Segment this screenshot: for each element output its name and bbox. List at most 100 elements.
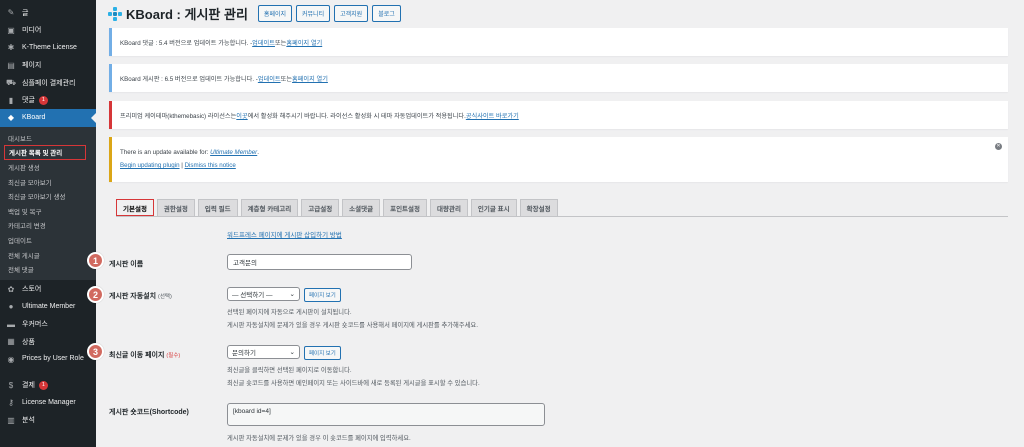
close-icon[interactable]: ✕ <box>995 143 1002 150</box>
notice-here-link[interactable]: 이곳 <box>236 111 247 120</box>
insert-board-howto-link[interactable]: 워드프레스 페이지에 게시판 삽입하기 방법 <box>227 229 342 239</box>
sidebar-item-label: Prices by User Role <box>22 354 92 363</box>
sidebar-item-simplepay[interactable]: ⛟심플페이 결제관리 <box>0 74 96 92</box>
notice-update-link[interactable]: 업데이트 <box>252 38 275 47</box>
notice-license: 프리미엄 케이테마(kthemebasic) 라이선스는 이곳 에서 활성화 해… <box>109 101 1008 129</box>
auto-install-description: 선택된 페이지에 자동으로 게시판이 설치됩니다. <box>227 307 352 316</box>
store-icon: ✿ <box>6 284 16 294</box>
step-marker: 2 <box>87 286 104 303</box>
dismiss-notice-link[interactable]: Dismiss this notice <box>185 162 236 169</box>
tab-bulk-manage[interactable]: 대량관리 <box>430 199 468 216</box>
sidebar-item-ktheme-license[interactable]: ✱ K-Theme License <box>0 39 96 57</box>
sidebar-item-license-manager[interactable]: ⚷ License Manager <box>0 394 96 412</box>
submenu-board-list[interactable]: 게시판 목록 및 관리 <box>4 145 86 160</box>
tab-popular-posts[interactable]: 인기글 표시 <box>471 199 517 216</box>
view-page-button[interactable]: 페이지 보기 <box>304 346 341 360</box>
sidebar-item-analytics[interactable]: ▥분석 <box>0 411 96 429</box>
homepage-button[interactable]: 홈페이지 <box>258 5 292 22</box>
product-icon: ▦ <box>6 337 16 347</box>
blog-button[interactable]: 블로그 <box>372 5 401 22</box>
notice-text: 또는 <box>281 74 292 83</box>
notice-update-link[interactable]: 업데이트 <box>258 74 281 83</box>
sidebar-item-woocommerce[interactable]: ▬우커머스 <box>0 315 96 333</box>
select-value: 문의하기 <box>232 347 256 357</box>
community-button[interactable]: 커뮤니티 <box>296 5 330 22</box>
latest-page-select[interactable]: 문의하기 ⌄ <box>227 345 300 359</box>
tab-input-fields[interactable]: 입력 필드 <box>198 199 238 216</box>
notice-text: There is an update available for: <box>120 149 210 156</box>
auto-install-select[interactable]: — 선택하기 —⌄ <box>227 287 300 301</box>
notice-text: KBoard 게시판 : 6.5 버전으로 업데이트 가능합니다. - <box>120 74 258 83</box>
begin-updating-link[interactable]: Begin updating plugin <box>120 162 180 169</box>
tab-social-comments[interactable]: 소셜댓글 <box>342 199 380 216</box>
sidebar-item-label: 페이지 <box>22 60 41 70</box>
step-marker: 3 <box>87 343 104 360</box>
tab-permissions[interactable]: 권한설정 <box>157 199 195 216</box>
submenu-latest-view[interactable]: 최신글 모아보기 <box>0 174 96 189</box>
sidebar-item-comments[interactable]: ▮댓글1 <box>0 92 96 110</box>
chart-icon: ▥ <box>6 415 16 425</box>
notice-homepage-link[interactable]: 홈페이지 열기 <box>286 38 322 47</box>
submenu-board-create[interactable]: 게시판 생성 <box>0 160 96 175</box>
main-content: KBoard : 게시판 관리 홈페이지 커뮤니티 고객지원 블로그 KBoar… <box>96 0 1024 447</box>
notice-plugin-update: There is an update available for: Ultima… <box>109 137 1008 182</box>
tab-extensions[interactable]: 확장설정 <box>520 199 558 216</box>
page-icon: ▤ <box>6 60 16 70</box>
notice-text: 또는 <box>275 38 286 47</box>
submenu-all-comments[interactable]: 전체 댓글 <box>0 262 96 277</box>
key-icon: ⚷ <box>6 398 16 408</box>
submenu-all-posts[interactable]: 전체 게시글 <box>0 247 96 262</box>
optional-note: (선택) <box>158 294 172 300</box>
sidebar-item-label: 상품 <box>22 337 35 347</box>
user-icon: ● <box>6 302 16 312</box>
notice-homepage-link[interactable]: 홈페이지 열기 <box>292 74 328 83</box>
sidebar-item-media[interactable]: ▣미디어 <box>0 22 96 40</box>
sidebar-item-ultimate-member[interactable]: ● Ultimate Member <box>0 298 96 316</box>
tab-hierarchical-category[interactable]: 계층형 카테고리 <box>241 199 299 216</box>
sidebar-item-label: 글 <box>22 8 28 18</box>
sidebar-item-store[interactable]: ✿스토어 <box>0 280 96 298</box>
submenu-update[interactable]: 업데이트 <box>0 233 96 248</box>
sidebar-item-payments[interactable]: $결제1 <box>0 376 96 394</box>
board-name-label: 게시판 이름 <box>109 259 143 269</box>
notice-text: 프리미엄 케이테마(kthemebasic) 라이선스는 <box>120 111 236 120</box>
settings-tabs: 기본설정 권한설정 입력 필드 계층형 카테고리 고급설정 소셜댓글 포인트설정… <box>116 198 1008 217</box>
sidebar-item-pages[interactable]: ▤ 페이지 <box>0 57 96 75</box>
tab-basic-settings[interactable]: 기본설정 <box>116 199 154 216</box>
shortcode-description: 게시판 자동설치에 문제가 있을 경우 이 숏코드를 페이지에 입력하세요. <box>227 433 411 442</box>
sidebar-item-label: K-Theme License <box>22 44 77 51</box>
latest-page-description: 최신글 숏코드를 사용하면 메인페이지 또는 사이드바에 새로 등록된 게시글을… <box>227 378 480 387</box>
chevron-down-icon: ⌄ <box>290 348 295 356</box>
support-button[interactable]: 고객지원 <box>334 5 368 22</box>
page-header: KBoard : 게시판 관리 홈페이지 커뮤니티 고객지원 블로그 <box>108 4 405 23</box>
shortcode-textarea[interactable]: [kboard id=4] <box>227 403 545 426</box>
sidebar-item-products[interactable]: ▦ 상품 <box>0 333 96 351</box>
sidebar-item-label: Ultimate Member <box>22 303 75 310</box>
woo-icon: ▬ <box>6 319 16 329</box>
notice-official-site-link[interactable]: 공식사이트 바로가기 <box>466 111 519 120</box>
submenu-latest-view-create[interactable]: 최신글 모아보기 생성 <box>0 189 96 204</box>
submenu-category[interactable]: 카테고리 변경 <box>0 218 96 233</box>
tab-points[interactable]: 포인트설정 <box>383 199 427 216</box>
sidebar-item-kboard[interactable]: ◆KBoard <box>0 109 96 127</box>
comments-count-badge: 1 <box>39 96 48 105</box>
submenu-backup[interactable]: 백업 및 복구 <box>0 203 96 218</box>
plugin-name-link[interactable]: Ultimate Member <box>210 149 257 156</box>
select-value: — 선택하기 — <box>232 289 273 299</box>
submenu-dashboard[interactable]: 대시보드 <box>0 131 96 146</box>
tab-advanced[interactable]: 고급설정 <box>301 199 339 216</box>
sidebar-item-posts[interactable]: ✎글 <box>0 4 96 22</box>
k-icon: ✱ <box>6 43 16 53</box>
sidebar-item-label: KBoard <box>22 114 45 121</box>
payment-icon: $ <box>6 380 16 390</box>
view-page-button[interactable]: 페이지 보기 <box>304 288 341 302</box>
sidebar-item-label: 결제 <box>22 380 35 390</box>
kboard-submenu: 대시보드 게시판 목록 및 관리 게시판 생성 최신글 모아보기 최신글 모아보… <box>0 127 96 281</box>
latest-page-description: 최신글을 클릭하면 선택된 페이지로 이동합니다. <box>227 365 352 374</box>
sidebar-item-label: License Manager <box>22 399 76 406</box>
sidebar-item-prices-by-role[interactable]: ◉Prices by User Role <box>0 350 96 376</box>
sidebar-item-label: 댓글 <box>22 95 35 105</box>
label-text: 게시판 자동설치 <box>109 293 156 300</box>
board-name-input[interactable]: 고객문의 <box>227 254 412 270</box>
required-note: (필수) <box>166 353 180 359</box>
